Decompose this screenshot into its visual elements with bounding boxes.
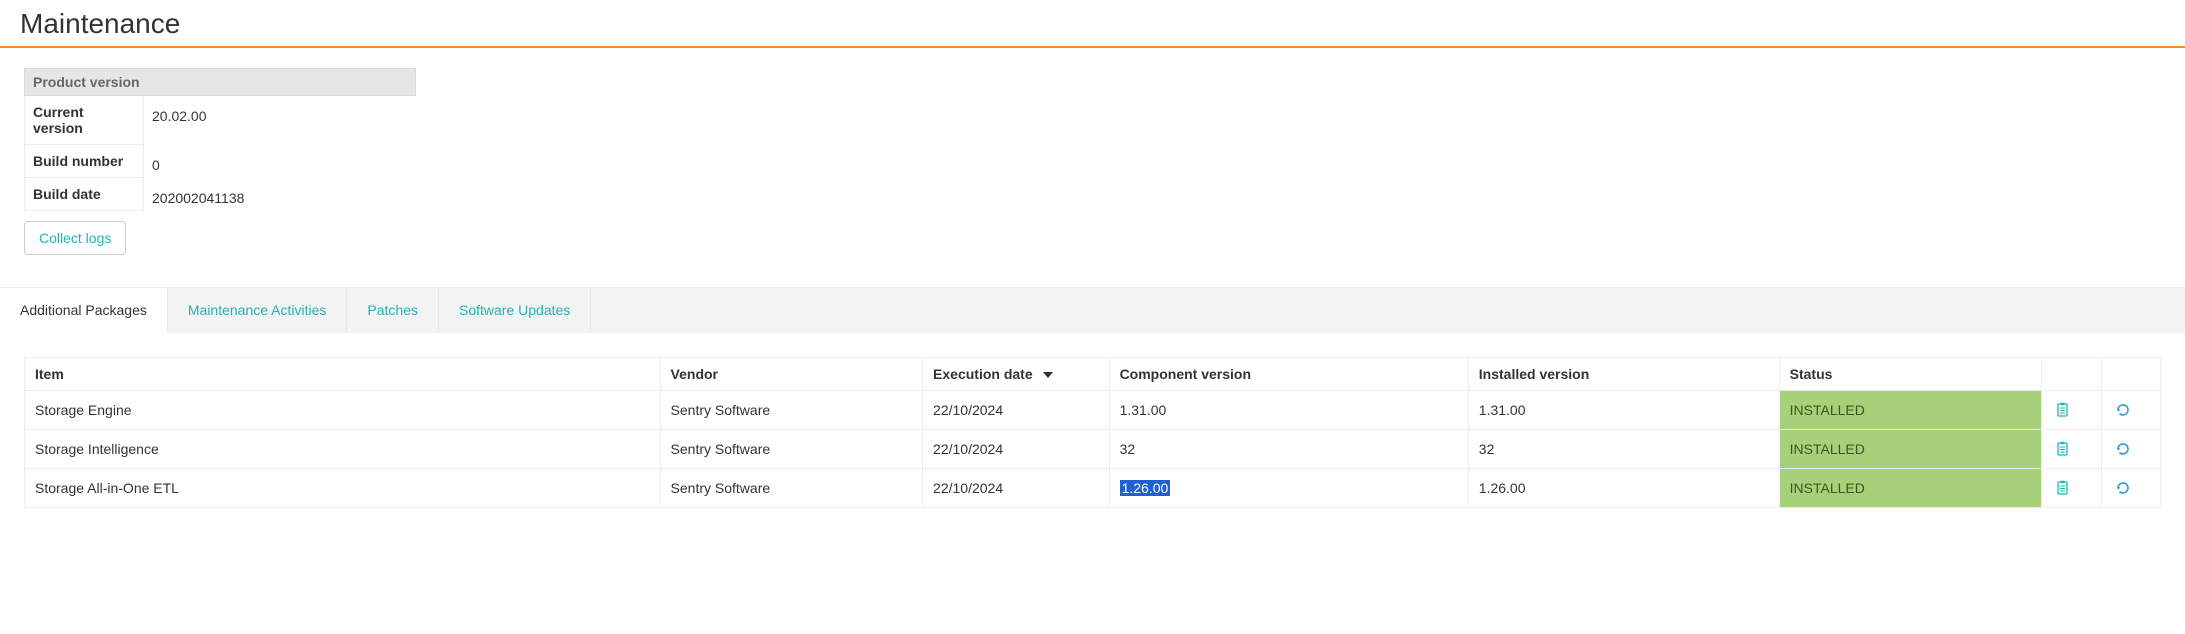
col-header-status[interactable]: Status (1779, 358, 2042, 391)
cell-action-clipboard (2042, 391, 2101, 430)
cell-execution-date: 22/10/2024 (923, 391, 1110, 430)
cell-installed-version: 1.26.00 (1468, 469, 1779, 508)
cell-status: INSTALLED (1779, 469, 2042, 508)
cell-action-refresh (2101, 430, 2160, 469)
version-value: 202002041138 (144, 178, 416, 211)
table-row: Storage IntelligenceSentry Software22/10… (25, 430, 2161, 469)
cell-vendor: Sentry Software (660, 430, 923, 469)
cell-execution-date: 22/10/2024 (923, 430, 1110, 469)
collect-logs-button[interactable]: Collect logs (24, 221, 126, 255)
product-version-panel: Product version Current version20.02.00B… (24, 68, 416, 211)
table-row: Storage All-in-One ETLSentry Software22/… (25, 469, 2161, 508)
packages-table: Item Vendor Execution date Component ver… (24, 357, 2161, 508)
version-value: 20.02.00 (144, 96, 416, 145)
col-header-action-1 (2042, 358, 2101, 391)
cell-installed-version: 32 (1468, 430, 1779, 469)
selected-text: 1.26.00 (1120, 480, 1171, 496)
cell-action-clipboard (2042, 469, 2101, 508)
cell-item: Storage All-in-One ETL (25, 469, 661, 508)
version-label: Current version (24, 96, 144, 145)
page-title: Maintenance (0, 0, 2185, 48)
clipboard-icon[interactable] (2052, 399, 2074, 421)
cell-component-version: 1.26.00 (1109, 469, 1468, 508)
refresh-icon[interactable] (2112, 477, 2134, 499)
sort-desc-icon (1043, 372, 1053, 378)
version-label: Build date (24, 178, 144, 211)
cell-status: INSTALLED (1779, 391, 2042, 430)
version-value: 0 (144, 145, 416, 178)
col-header-installed-version[interactable]: Installed version (1468, 358, 1779, 391)
col-header-item[interactable]: Item (25, 358, 661, 391)
cell-component-version: 32 (1109, 430, 1468, 469)
tab-maintenance-activities[interactable]: Maintenance Activities (168, 288, 348, 332)
col-header-vendor[interactable]: Vendor (660, 358, 923, 391)
cell-action-refresh (2101, 391, 2160, 430)
product-version-header: Product version (24, 68, 416, 96)
tab-patches[interactable]: Patches (347, 288, 439, 332)
cell-action-refresh (2101, 469, 2160, 508)
col-header-execution-date[interactable]: Execution date (923, 358, 1110, 391)
tabs-bar: Additional PackagesMaintenance Activitie… (0, 287, 2185, 333)
cell-item: Storage Engine (25, 391, 661, 430)
col-header-execution-date-label: Execution date (933, 366, 1033, 382)
cell-execution-date: 22/10/2024 (923, 469, 1110, 508)
clipboard-icon[interactable] (2052, 438, 2074, 460)
table-row: Storage EngineSentry Software22/10/20241… (25, 391, 2161, 430)
refresh-icon[interactable] (2112, 399, 2134, 421)
cell-status: INSTALLED (1779, 430, 2042, 469)
cell-installed-version: 1.31.00 (1468, 391, 1779, 430)
col-header-component-version[interactable]: Component version (1109, 358, 1468, 391)
cell-vendor: Sentry Software (660, 391, 923, 430)
version-label: Build number (24, 145, 144, 178)
tab-additional-packages[interactable]: Additional Packages (0, 288, 168, 333)
refresh-icon[interactable] (2112, 438, 2134, 460)
tab-software-updates[interactable]: Software Updates (439, 288, 591, 332)
cell-vendor: Sentry Software (660, 469, 923, 508)
cell-component-version: 1.31.00 (1109, 391, 1468, 430)
cell-item: Storage Intelligence (25, 430, 661, 469)
cell-action-clipboard (2042, 430, 2101, 469)
clipboard-icon[interactable] (2052, 477, 2074, 499)
col-header-action-2 (2101, 358, 2160, 391)
